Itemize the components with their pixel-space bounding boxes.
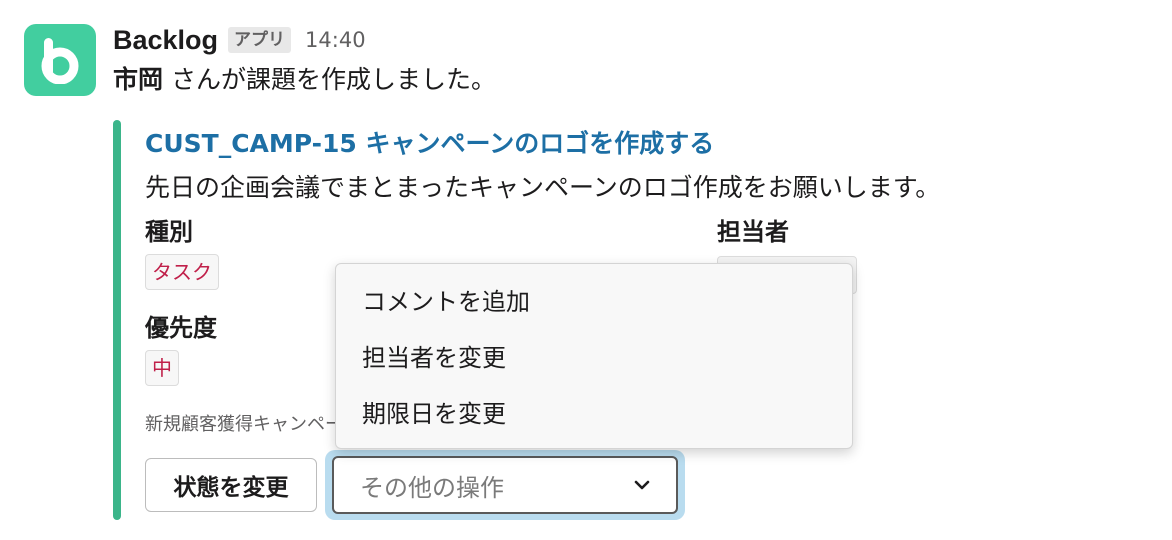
backlog-avatar[interactable] <box>24 24 96 96</box>
sender-name[interactable]: Backlog <box>113 25 218 56</box>
issue-title-link[interactable]: CUST_CAMP-15 キャンペーンのロゴを作成する <box>145 124 714 160</box>
message-text: 市岡 さんが課題を作成しました。 <box>113 62 496 98</box>
slack-message: Backlog アプリ 14:40 市岡 さんが課題を作成しました。 CUST_… <box>0 0 1172 540</box>
mentioned-user: 市岡 <box>113 65 164 94</box>
field-label-priority: 優先度 <box>145 314 217 342</box>
menu-item-add-comment[interactable]: コメントを追加 <box>336 274 852 330</box>
app-badge: アプリ <box>228 27 292 53</box>
message-header: Backlog アプリ 14:40 <box>113 20 366 60</box>
change-status-button[interactable]: 状態を変更 <box>145 458 317 512</box>
other-actions-focus-ring: その他の操作 <box>325 450 685 520</box>
menu-item-change-due-date[interactable]: 期限日を変更 <box>336 386 852 442</box>
field-label-type: 種別 <box>145 218 193 246</box>
project-footer: 新規顧客獲得キャンペーン <box>145 414 335 435</box>
other-actions-select[interactable]: その他の操作 <box>332 456 678 514</box>
backlog-logo-icon <box>41 38 79 84</box>
priority-tag: 中 <box>145 350 179 386</box>
issue-description: 先日の企画会議でまとまったキャンペーンのロゴ作成をお願いします。 <box>145 173 941 202</box>
other-actions-menu: コメントを追加 担当者を変更 期限日を変更 <box>335 263 853 449</box>
chevron-down-icon <box>634 480 650 490</box>
attachment-bar <box>113 120 121 520</box>
type-tag: タスク <box>145 254 219 290</box>
message-body: さんが課題を作成しました。 <box>163 65 496 94</box>
field-label-assignee: 担当者 <box>717 218 789 246</box>
timestamp[interactable]: 14:40 <box>305 28 366 52</box>
other-actions-placeholder: その他の操作 <box>360 473 504 502</box>
menu-item-change-assignee[interactable]: 担当者を変更 <box>336 330 852 386</box>
